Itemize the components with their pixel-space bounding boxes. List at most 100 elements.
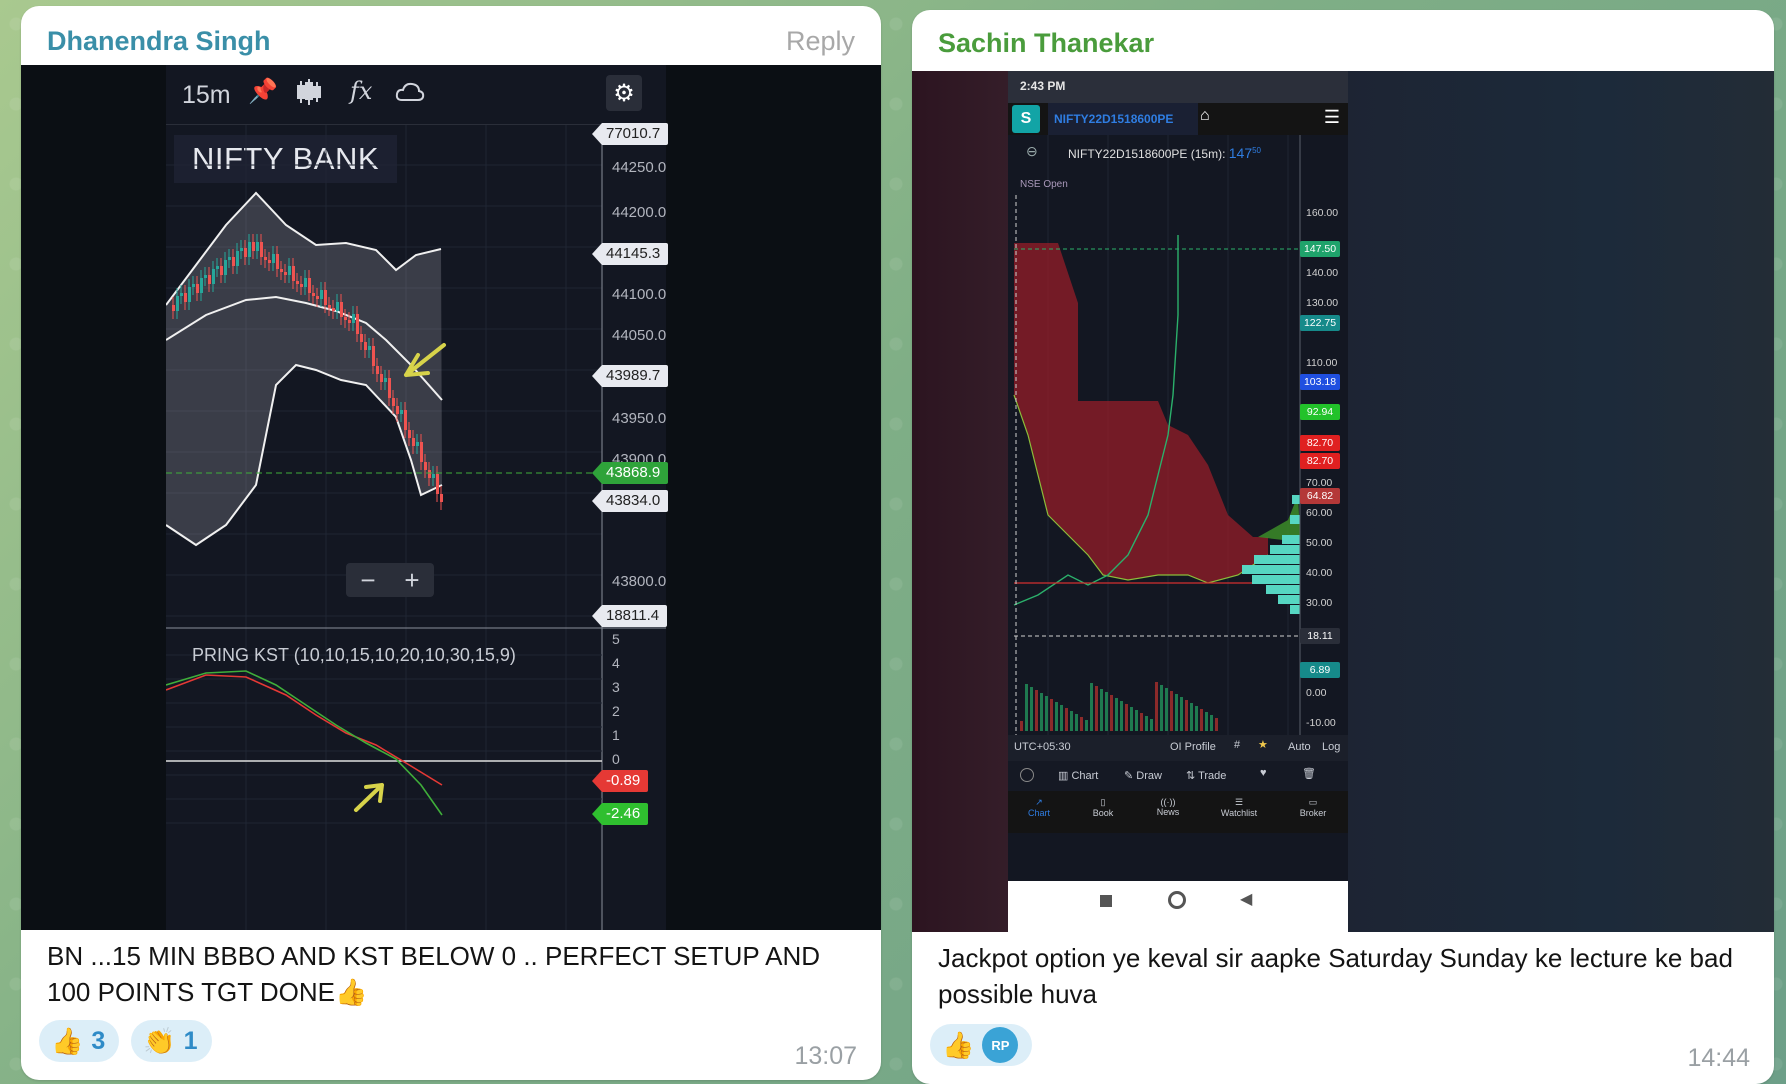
- candle: [216, 266, 219, 269]
- candle: [412, 438, 415, 446]
- price-tick: 0.00: [1306, 687, 1327, 699]
- candle: [332, 308, 335, 311]
- nav-watchlist-label: Watchlist: [1220, 808, 1258, 818]
- reaction-clap[interactable]: 👏 1: [131, 1020, 212, 1062]
- volume-bar: [1080, 717, 1083, 731]
- volume-bar: [1195, 706, 1198, 731]
- kst-tick: 5: [612, 631, 620, 647]
- volume-bar: [1215, 718, 1218, 731]
- price-tick: 30.00: [1306, 597, 1333, 609]
- candle: [356, 314, 359, 334]
- candle: [384, 378, 387, 382]
- volume-bar: [1035, 690, 1038, 731]
- app-bar: S NIFTY22D1518600PE ⌂ ☰: [1008, 103, 1348, 135]
- chart-action: ▥ Chart: [1058, 770, 1099, 782]
- home-nav-icon: [1168, 891, 1186, 909]
- price-tag: 43868.9: [592, 462, 669, 484]
- chart-screenshot[interactable]: 15m 📌 𝑓x ⚙ NIFTY BANK − + PRING KST (10,1…: [21, 65, 881, 930]
- oi-profile-bar: [1282, 535, 1300, 544]
- annotation-arrow: [354, 783, 384, 812]
- message-bubble[interactable]: Sachin Thanekar 2:43 PM S NIFTY22D151860…: [912, 10, 1774, 1084]
- thumbs-up-icon: 👍: [51, 1025, 84, 1056]
- volume-bar: [1155, 682, 1158, 731]
- nav-chart-label: Chart: [1027, 808, 1050, 818]
- sender-name[interactable]: Dhanendra Singh: [47, 26, 271, 57]
- nav-watchlist: ☰ Watchlist: [1220, 797, 1258, 818]
- avatar: RP: [982, 1027, 1019, 1063]
- chart-footer: UTC+05:30 OI Profile # ★ Auto Log: [1008, 735, 1348, 761]
- reaction-thumbs-up[interactable]: 👍 RP: [930, 1024, 1033, 1066]
- sender-name[interactable]: Sachin Thanekar: [938, 28, 1154, 59]
- candle: [420, 442, 423, 462]
- candle: [296, 281, 299, 284]
- candle: [220, 266, 223, 275]
- volume-bar: [1045, 696, 1048, 731]
- volume-bar: [1210, 715, 1213, 731]
- candle: [208, 275, 211, 284]
- volume-bar: [1130, 707, 1133, 731]
- volume-bar: [1100, 689, 1103, 731]
- volume-bar: [1030, 687, 1033, 731]
- nav-broker: ▭ Broker: [1299, 797, 1327, 818]
- candle: [200, 278, 203, 293]
- message-bubble[interactable]: Dhanendra Singh Reply 15m 📌 𝑓x ⚙ NIFTY B…: [21, 6, 881, 1080]
- reply-button[interactable]: Reply: [786, 26, 855, 57]
- oi-profile-bar: [1290, 605, 1300, 614]
- volume-bar: [1115, 698, 1118, 731]
- volume-bar: [1090, 683, 1093, 731]
- chart-title-text: NIFTY22D1518600PE (15m):: [1068, 147, 1226, 161]
- volume-bar: [1150, 719, 1153, 731]
- volume-bar: [1165, 688, 1168, 731]
- candle: [172, 305, 175, 311]
- price-chart-svg: [166, 125, 666, 930]
- volume-bar: [1205, 712, 1208, 731]
- candle: [224, 260, 227, 275]
- candle: [336, 302, 339, 311]
- message-time: 13:07: [794, 1042, 857, 1070]
- candle: [252, 242, 255, 251]
- chart-screenshot[interactable]: 2:43 PM S NIFTY22D1518600PE ⌂ ☰ NIFTY22D…: [912, 71, 1774, 932]
- volume-bar: [1085, 720, 1088, 731]
- volume-bar: [1110, 695, 1113, 731]
- candle: [428, 470, 431, 478]
- volume-bar: [1135, 710, 1138, 731]
- trade-action-label: Trade: [1198, 770, 1227, 782]
- grid-icon: #: [1234, 739, 1241, 751]
- price-tag: 77010.7: [592, 123, 669, 145]
- price-tick: 60.00: [1306, 507, 1333, 519]
- price-tag: 147.50: [1300, 241, 1340, 257]
- candle: [280, 269, 283, 272]
- candle: [256, 242, 259, 251]
- reaction-thumbs-up[interactable]: 👍 3: [39, 1020, 120, 1062]
- candle: [236, 251, 239, 266]
- volume-bar: [1125, 704, 1128, 731]
- kst-tick: 0: [612, 751, 620, 767]
- indicator-label: PRING KST (10,10,15,10,20,10,30,15,9): [192, 645, 516, 665]
- reaction-count: 3: [91, 1026, 106, 1055]
- candle: [416, 442, 419, 446]
- volume-bar: [1025, 684, 1028, 731]
- bottom-nav: ↗ Chart ▯ Book ((·)) News ☰ Watchlist ▭ Broke…: [1008, 791, 1348, 833]
- heart-icon: ♥: [1260, 767, 1267, 779]
- log-button: Log: [1322, 741, 1341, 753]
- candle: [232, 257, 235, 266]
- volume-bar: [1040, 693, 1043, 731]
- zoom-out-icon: −: [360, 564, 376, 595]
- candle: [268, 260, 271, 263]
- price-tag: 103.18: [1300, 374, 1340, 390]
- zoom-out-icon: ⊖: [1026, 143, 1038, 159]
- thumbs-up-icon: 👍: [942, 1029, 975, 1060]
- volume-bar: [1160, 685, 1163, 731]
- volume-bar: [1065, 708, 1068, 731]
- volume-bar: [1120, 701, 1123, 731]
- candle: [364, 342, 367, 350]
- candle: [176, 296, 179, 311]
- candle: [368, 346, 371, 350]
- zoom-in-icon: +: [404, 564, 420, 595]
- candle: [408, 430, 411, 438]
- kst-tag: -0.89: [592, 770, 648, 792]
- candle: [404, 410, 407, 430]
- volume-bar: [1095, 686, 1098, 731]
- nav-book: ▯ Book: [1092, 797, 1114, 818]
- candle: [288, 266, 291, 275]
